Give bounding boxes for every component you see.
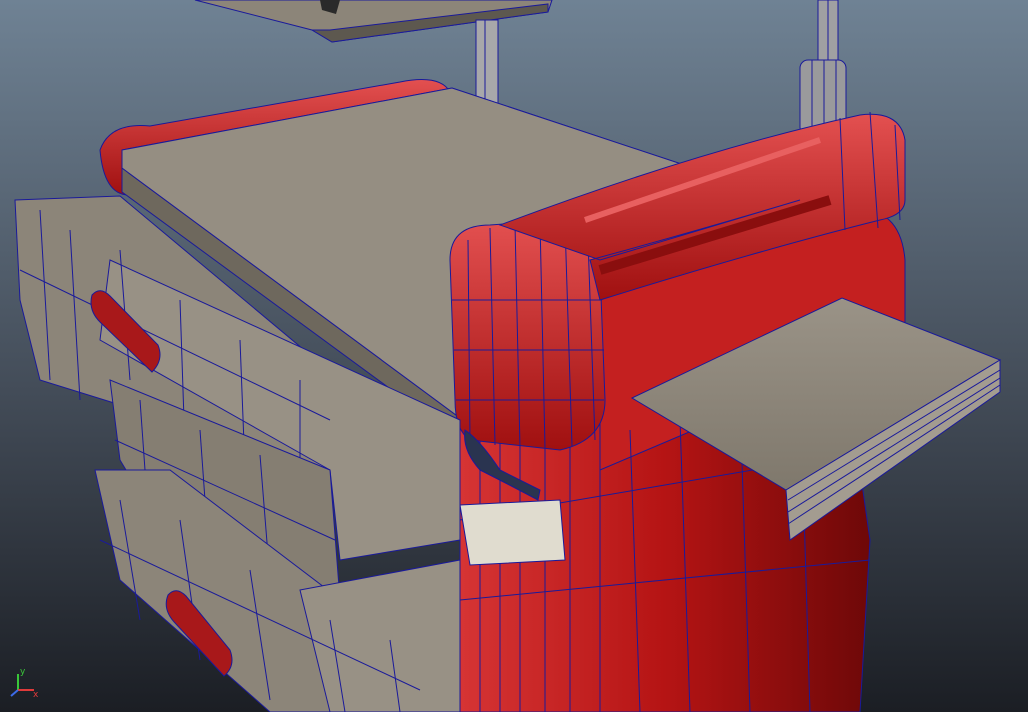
3d-viewport[interactable]: y x <box>0 0 1028 712</box>
axis-gizmo: y x <box>6 664 46 704</box>
axis-gizmo-icon: y x <box>10 667 39 700</box>
z-axis-line <box>10 689 19 697</box>
center-pole <box>475 19 499 111</box>
x-axis-label: x <box>33 690 39 700</box>
scene-render[interactable] <box>0 0 1028 712</box>
y-axis-label: y <box>20 667 26 677</box>
